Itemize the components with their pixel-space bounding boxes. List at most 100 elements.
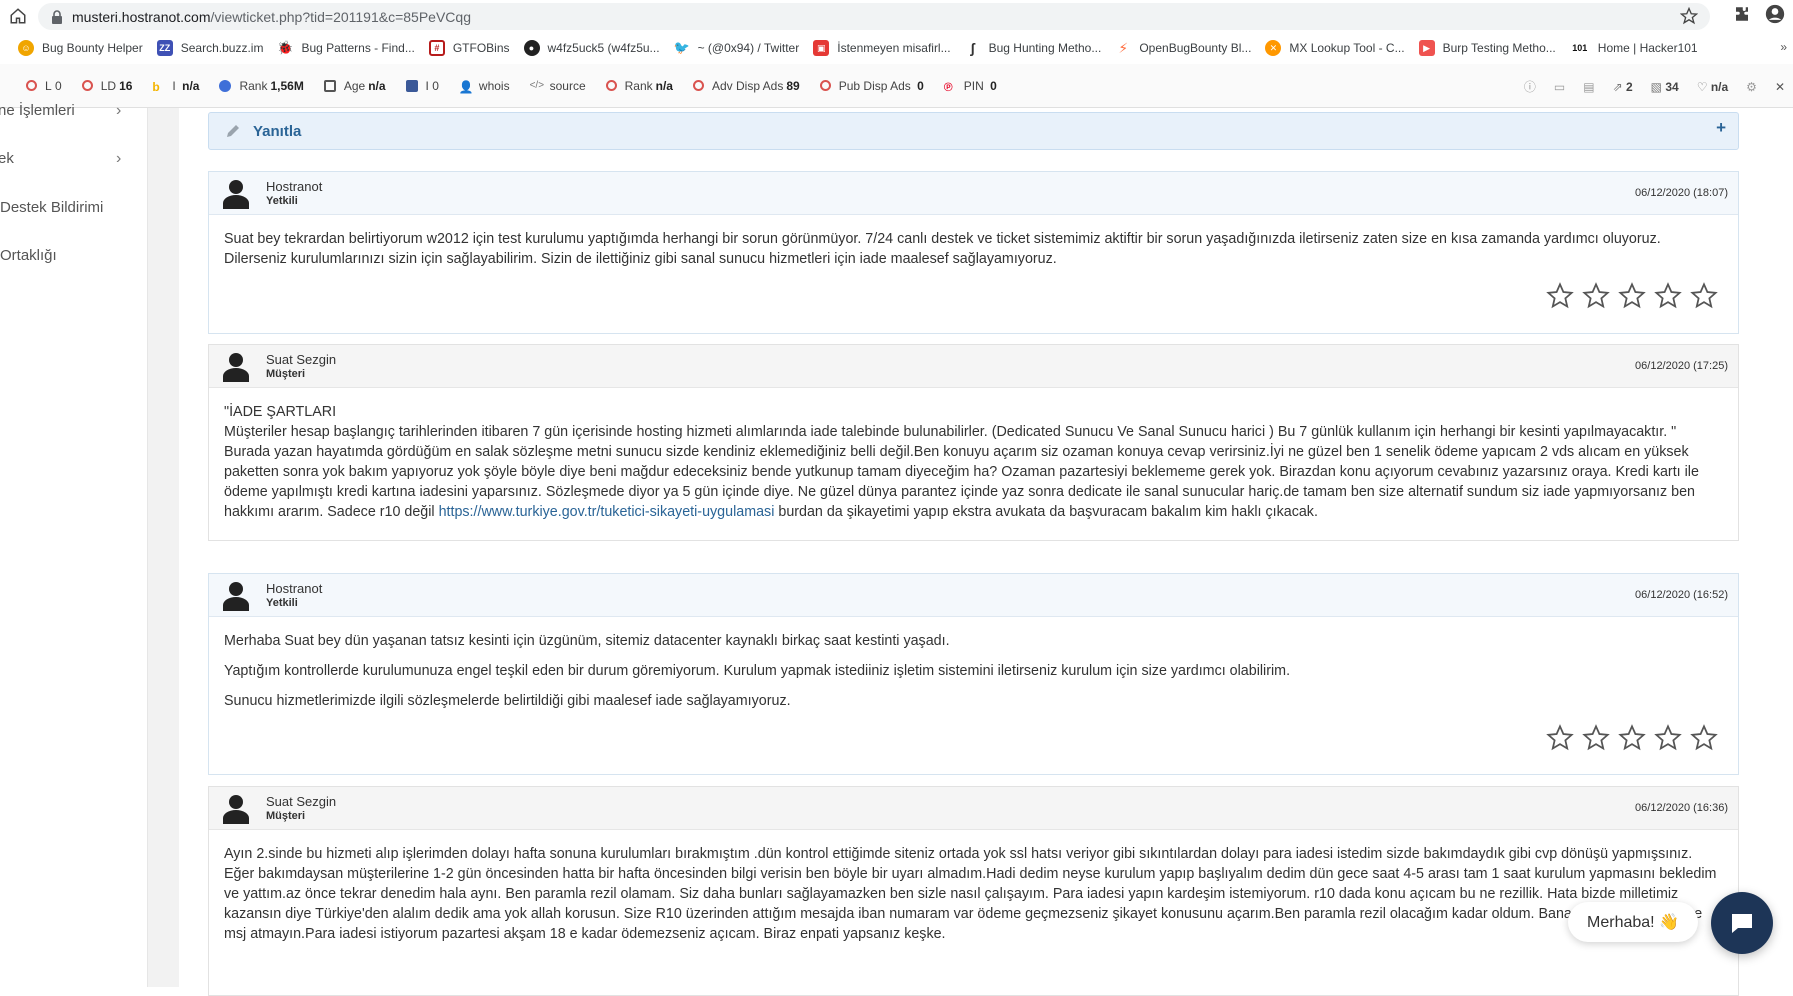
gutter (149, 108, 179, 987)
chat-icon (1732, 914, 1752, 933)
bookmarks-bar: ☺ Bug Bounty Helper ZZ Search.buzz.im 🐞 Bug… (0, 32, 1793, 64)
report-icon[interactable]: ▤ (1583, 80, 1594, 94)
twitter-icon: 🐦 (673, 40, 690, 56)
pages-count[interactable]: ▧ 34 (1651, 80, 1679, 94)
info-icon[interactable]: ⓘ (1524, 78, 1536, 95)
message-paragraph: Yaptığım kontrollerde kurulumunuza engel… (224, 663, 1291, 679)
star-icon[interactable] (1690, 724, 1718, 752)
sidebar: ne İşlemleri › ek › Destek Bildirimi Ort… (0, 102, 148, 987)
bookmark-item[interactable]: ▣ İstenmeyen misafirl... (813, 40, 951, 56)
rating-stars[interactable] (1546, 282, 1718, 310)
complaint-link[interactable]: https://www.turkiye.gov.tr/tuketici-sika… (439, 504, 775, 520)
ticket-message: Hostranot Yetkili 06/12/2020 (16:52) Mer… (208, 573, 1739, 775)
seo-item[interactable]: Adv Disp Ads 89 (692, 79, 800, 93)
browser-toolbar: musteri.hostranot.com/viewticket.php?tid… (0, 0, 1793, 32)
facebook-icon (405, 79, 418, 92)
chat-greeting[interactable]: Merhaba! 👋 (1568, 902, 1698, 942)
buzz-icon: ZZ (156, 40, 173, 56)
author-role: Yetkili (266, 195, 298, 207)
bookmark-item[interactable]: ▶ Burp Testing Metho... (1418, 40, 1556, 56)
message-date: 06/12/2020 (16:52) (1635, 589, 1728, 601)
hacker101-icon: 101 (1569, 40, 1590, 56)
calendar-icon (323, 79, 336, 92)
star-icon[interactable] (1582, 724, 1610, 752)
seo-item[interactable]: L 0 (26, 79, 62, 93)
seo-item[interactable]: Rank 1,56M (219, 79, 304, 93)
bookmark-item[interactable]: ZZ Search.buzz.im (156, 40, 263, 56)
expand-icon[interactable]: + (1716, 118, 1726, 138)
bookmark-item[interactable]: 101 Home | Hacker101 (1569, 40, 1698, 56)
bookmark-item[interactable]: 🐦 ~ (@0x94) / Twitter (673, 40, 799, 56)
message-paragraph: Müşteriler hesap başlangıç tarihlerinden… (224, 424, 1699, 520)
star-icon[interactable] (1654, 282, 1682, 310)
message-paragraph: Suat bey tekrardan belirtiyorum w2012 iç… (224, 231, 1661, 267)
star-icon[interactable] (1546, 282, 1574, 310)
pages-icon: ▧ (1650, 79, 1663, 94)
star-icon[interactable] (1618, 724, 1646, 752)
star-icon[interactable] (1582, 282, 1610, 310)
circle-icon (605, 80, 617, 91)
external-links[interactable]: ⇗ 2 (1613, 80, 1633, 94)
seo-item[interactable]: bI n/a (152, 79, 199, 94)
url-text: musteri.hostranot.com/viewticket.php?tid… (72, 8, 471, 25)
bookmark-item[interactable]: ☺ Bug Bounty Helper (18, 40, 143, 56)
star-icon[interactable] (1618, 282, 1646, 310)
user-avatar-icon (223, 582, 249, 611)
bookmark-item[interactable]: ✕ MX Lookup Tool - C... (1265, 40, 1405, 56)
sidebar-item-label[interactable]: Ortaklığı (0, 247, 57, 264)
star-icon[interactable] (1546, 724, 1574, 752)
bookmark-item[interactable]: ● w4fz5uck5 (w4fz5u... (523, 40, 660, 56)
address-bar[interactable]: musteri.hostranot.com/viewticket.php?tid… (38, 3, 1710, 30)
chevron-right-icon: › (116, 150, 122, 167)
seo-item[interactable]: Rank n/a (605, 79, 673, 93)
chevron-right-icon: › (116, 102, 122, 119)
seo-item[interactable]: LD 16 (81, 79, 132, 93)
sidebar-item-label[interactable]: Destek Bildirimi (0, 199, 103, 216)
seo-item[interactable]: I 0 (405, 79, 439, 93)
monitor-icon[interactable]: ▭ (1554, 80, 1565, 94)
external-link-icon: ⇗ (1612, 79, 1623, 94)
home-icon[interactable] (0, 0, 36, 32)
chat-launcher-button[interactable] (1711, 892, 1773, 954)
health-status[interactable]: ♡ n/a (1697, 80, 1728, 94)
circle-icon (692, 80, 704, 91)
bookmark-star-icon[interactable] (1680, 7, 1698, 25)
star-icon[interactable] (1690, 282, 1718, 310)
bing-icon: b (152, 79, 160, 94)
seo-item[interactable]: Pub Disp Ads 0 (819, 79, 924, 93)
circle-icon (819, 80, 831, 91)
user-avatar-icon (223, 180, 249, 209)
sidebar-item-label[interactable]: ne İşlemleri (0, 102, 75, 119)
smiley-icon: ☺ (18, 40, 34, 56)
code-icon: </> (529, 79, 545, 91)
message-body: "İADE ŞARTLARI Müşteriler hesap başlangı… (209, 388, 1738, 522)
bookmark-item[interactable]: # GTFOBins (428, 40, 510, 56)
bookmark-item[interactable]: ʃ Bug Hunting Metho... (964, 40, 1101, 56)
reply-panel-header[interactable]: Yanıtla + (208, 112, 1739, 150)
user-avatar-icon (223, 353, 249, 382)
settings-icon[interactable]: ⚙ (1746, 80, 1757, 94)
author-name: Hostranot (266, 581, 323, 596)
extensions-icon[interactable] (1733, 5, 1751, 23)
seo-item[interactable]: </> source (530, 79, 586, 93)
mx-icon: ✕ (1265, 40, 1282, 56)
page-content: ne İşlemleri › ek › Destek Bildirimi Ort… (0, 102, 1793, 996)
profile-icon[interactable] (1765, 4, 1785, 24)
more-bookmarks-icon[interactable]: » (1780, 40, 1787, 54)
seo-toolbar: L 0 LD 16 bI n/a Rank 1,56M Age n/a I 0 👤 wh… (0, 64, 1793, 108)
seo-item[interactable]: Age n/a (323, 79, 386, 93)
bookmark-item[interactable]: ⚡ OpenBugBounty Bl... (1115, 40, 1251, 56)
sidebar-item-label[interactable]: ek (0, 150, 14, 167)
seo-item[interactable]: ℗ PIN 0 (944, 79, 997, 94)
close-icon[interactable]: ✕ (1775, 80, 1785, 94)
message-paragraph: Merhaba Suat bey dün yaşanan tatsız kesi… (224, 633, 950, 649)
bookmark-item[interactable]: 🐞 Bug Patterns - Find... (277, 40, 415, 56)
star-icon[interactable] (1654, 724, 1682, 752)
reply-title: Yanıtla (253, 122, 302, 140)
ticket-message: Suat Sezgin Müşteri 06/12/2020 (17:25) "… (208, 344, 1739, 541)
github-icon: ● (523, 40, 540, 56)
seo-item[interactable]: 👤 whois (459, 79, 510, 94)
rating-stars[interactable] (1546, 724, 1718, 752)
bug-icon: 🐞 (277, 40, 294, 56)
message-date: 06/12/2020 (17:25) (1635, 360, 1728, 372)
